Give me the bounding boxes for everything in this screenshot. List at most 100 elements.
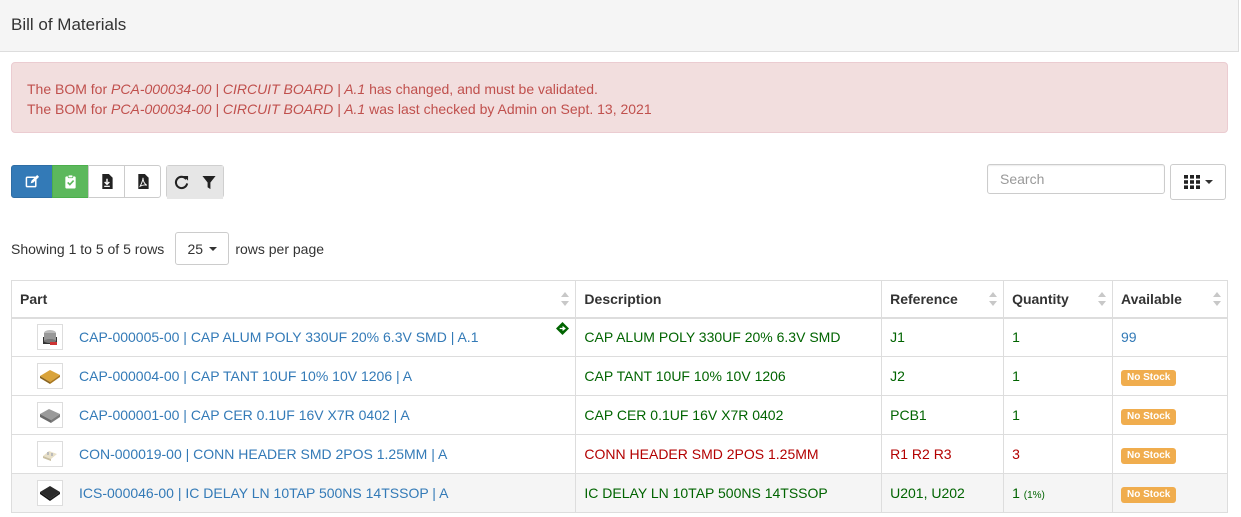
- rows-per-page-label: rows per page: [235, 240, 325, 257]
- bom-alert: The BOM for PCA-000034-00 | CIRCUIT BOAR…: [11, 62, 1228, 133]
- reference-cell: J2: [881, 356, 1005, 396]
- edit-bom-button[interactable]: [11, 165, 53, 198]
- table-tools-group: [166, 165, 224, 199]
- sort-icon: [561, 292, 570, 306]
- column-header-reference[interactable]: Reference: [881, 280, 1005, 319]
- description-cell: IC DELAY LN 10TAP 500NS 14TSSOP: [575, 473, 883, 513]
- no-stock-badge: No Stock: [1121, 369, 1177, 386]
- available-cell: No Stock: [1112, 356, 1228, 396]
- pagination-info: Showing 1 to 5 of 5 rows 25 rows per pag…: [11, 232, 324, 265]
- header-label: Description: [584, 290, 662, 307]
- table-row: CAP-000004-00 | CAP TANT 10UF 10% 10V 12…: [10, 356, 1228, 396]
- quantity-cell: 1: [1003, 317, 1113, 357]
- reference-cell: J1: [881, 317, 1005, 357]
- part-cell: CON-000019-00 | CONN HEADER SMD 2POS 1.2…: [10, 434, 577, 474]
- quantity-value: 3: [1012, 446, 1020, 462]
- description-cell: CAP ALUM POLY 330UF 20% 6.3V SMD: [575, 317, 883, 357]
- clipboard-check-icon: [65, 174, 76, 189]
- part-thumbnail-connector: [37, 441, 63, 467]
- quantity-cell: 1 (1%): [1003, 473, 1113, 513]
- sort-icon: [989, 292, 998, 306]
- sort-icon: [1098, 292, 1106, 306]
- quantity-value: 1: [1012, 368, 1020, 384]
- page-header: Bill of Materials: [0, 0, 1239, 52]
- part-thumbnail-capacitor-alum: [37, 324, 63, 351]
- part-cell: ICS-000046-00 | IC DELAY LN 10TAP 500NS …: [10, 473, 577, 513]
- column-header-description: Description: [575, 280, 883, 319]
- description-cell: CAP CER 0.1UF 16V X7R 0402: [575, 395, 883, 435]
- grid-icon: [1183, 175, 1200, 189]
- part-link[interactable]: CAP-000004-00 | CAP TANT 10UF 10% 10V 12…: [79, 368, 412, 384]
- filter-icon: [202, 175, 216, 190]
- table-row: CAP-000005-00 | CAP ALUM POLY 330UF 20% …: [10, 317, 1228, 357]
- reference-cell: U201, U202: [881, 473, 1005, 513]
- column-header-part[interactable]: Part: [10, 280, 577, 319]
- description-cell: CAP TANT 10UF 10% 10V 1206: [575, 356, 883, 396]
- refresh-button[interactable]: [167, 166, 195, 199]
- part-link[interactable]: CAP-000001-00 | CAP CER 0.1UF 16V X7R 04…: [79, 407, 410, 423]
- no-stock-badge: No Stock: [1121, 486, 1177, 503]
- header-label: Reference: [890, 290, 958, 307]
- column-header-quantity[interactable]: Quantity: [1003, 280, 1113, 319]
- table-header-row: Part Description Reference Quantity Avai…: [10, 280, 1228, 319]
- quantity-cell: 3: [1003, 434, 1113, 474]
- quantity-value: 1: [1012, 329, 1020, 346]
- header-label: Quantity: [1012, 290, 1069, 307]
- quantity-value: 1: [1012, 485, 1020, 501]
- search-input[interactable]: [987, 164, 1165, 194]
- header-label: Available: [1121, 290, 1182, 307]
- no-stock-badge: No Stock: [1121, 447, 1177, 464]
- description-cell: CONN HEADER SMD 2POS 1.25MM: [575, 434, 883, 474]
- no-stock-badge: No Stock: [1121, 408, 1177, 425]
- edit-icon: [25, 174, 39, 188]
- available-cell: 99: [1112, 317, 1228, 357]
- alert-line-changed: The BOM for PCA-000034-00 | CIRCUIT BOAR…: [27, 79, 1212, 99]
- page-size-value: 25: [187, 240, 204, 257]
- reference-cell: PCB1: [881, 395, 1005, 435]
- columns-toggle-button[interactable]: [1170, 164, 1226, 200]
- part-link[interactable]: CAP-000005-00 | CAP ALUM POLY 330UF 20% …: [79, 329, 478, 345]
- table-row: CAP-000001-00 | CAP CER 0.1UF 16V X7R 04…: [10, 395, 1228, 435]
- export-bom-button[interactable]: [88, 165, 125, 198]
- validate-bom-button[interactable]: [52, 165, 89, 198]
- available-cell: No Stock: [1112, 434, 1228, 474]
- part-link[interactable]: ICS-000046-00 | IC DELAY LN 10TAP 500NS …: [79, 485, 448, 501]
- alert-line-checked: The BOM for PCA-000034-00 | CIRCUIT BOAR…: [27, 99, 1212, 119]
- column-header-available[interactable]: Available: [1112, 280, 1228, 319]
- bom-table: Part Description Reference Quantity Avai…: [10, 280, 1228, 513]
- available-cell: No Stock: [1112, 395, 1228, 435]
- refresh-icon: [174, 175, 188, 190]
- chevron-down-icon: [209, 246, 218, 251]
- part-thumbnail-capacitor-tant: [37, 363, 63, 389]
- alert-text: has changed, and must be validated.: [365, 81, 598, 97]
- alert-text: The BOM for: [27, 101, 112, 117]
- table-row: CON-000019-00 | CONN HEADER SMD 2POS 1.2…: [10, 434, 1228, 474]
- pdf-icon: [137, 174, 149, 189]
- part-cell: CAP-000004-00 | CAP TANT 10UF 10% 10V 12…: [10, 356, 577, 396]
- alert-text: The BOM for: [27, 81, 112, 97]
- part-link[interactable]: CON-000019-00 | CONN HEADER SMD 2POS 1.2…: [79, 446, 447, 462]
- quantity-cell: 1: [1003, 356, 1113, 396]
- page-title: Bill of Materials: [11, 15, 127, 34]
- part-cell: CAP-000001-00 | CAP CER 0.1UF 16V X7R 04…: [10, 395, 577, 435]
- part-cell: CAP-000005-00 | CAP ALUM POLY 330UF 20% …: [10, 317, 577, 357]
- alert-text: was last checked by Admin on Sept. 13, 2…: [365, 101, 652, 117]
- part-thumbnail-ic: [37, 480, 63, 506]
- assembly-diamond-icon[interactable]: [556, 322, 570, 336]
- quantity-cell: 1: [1003, 395, 1113, 435]
- filter-button[interactable]: [195, 166, 223, 199]
- reference-cell: R1 R2 R3: [881, 434, 1005, 474]
- quantity-value: 1: [1012, 407, 1020, 423]
- alert-part-name: PCA-000034-00 | CIRCUIT BOARD | A.1: [111, 101, 366, 117]
- download-icon: [101, 174, 113, 189]
- header-label: Part: [20, 290, 48, 307]
- alert-part-name: PCA-000034-00 | CIRCUIT BOARD | A.1: [111, 81, 366, 97]
- showing-rows-text: Showing 1 to 5 of 5 rows: [11, 240, 165, 257]
- available-cell: No Stock: [1112, 473, 1228, 513]
- page-size-dropdown[interactable]: 25: [175, 232, 230, 265]
- pdf-bom-button[interactable]: [124, 165, 161, 198]
- chevron-down-icon: [1204, 180, 1213, 184]
- quantity-percent: (1%): [1023, 490, 1045, 501]
- sort-icon: [1213, 292, 1221, 306]
- table-row: ICS-000046-00 | IC DELAY LN 10TAP 500NS …: [10, 473, 1228, 513]
